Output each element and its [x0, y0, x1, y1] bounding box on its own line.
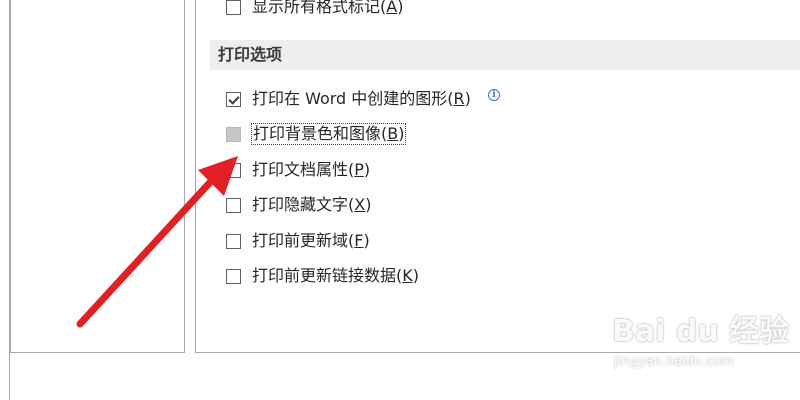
red-arrow-annotation: [76, 156, 238, 328]
arrow-shaft: [76, 174, 218, 328]
